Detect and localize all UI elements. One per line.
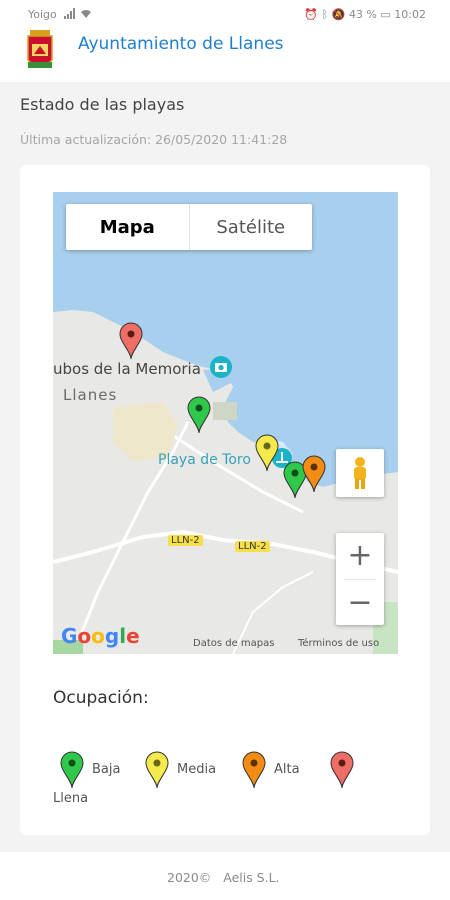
beach-marker-baja-1[interactable] xyxy=(187,396,211,434)
legend-pin-alta-icon xyxy=(242,751,266,789)
footer: 2020© Aelis S.L. xyxy=(0,852,450,900)
zoom-out-button[interactable]: − xyxy=(336,580,384,626)
legend-label-llena: Llena xyxy=(53,791,89,806)
terms-of-use-link[interactable]: Términos de uso xyxy=(298,638,379,649)
beach-marker-llena[interactable] xyxy=(119,322,143,360)
map-type-map-button[interactable]: Mapa xyxy=(66,204,190,250)
clock: 10:02 xyxy=(394,8,426,21)
pegman-icon xyxy=(354,457,366,489)
zoom-in-button[interactable]: + xyxy=(336,533,384,579)
map-type-control: Mapa Satélite xyxy=(66,204,312,250)
museum-poi-icon[interactable] xyxy=(208,354,234,384)
google-logo[interactable]: Google xyxy=(61,624,140,648)
legend-label-alta: Alta xyxy=(274,762,300,777)
occupancy-title: Ocupación: xyxy=(53,688,149,708)
footer-text: 2020© Aelis S.L. xyxy=(167,870,280,885)
mute-icon: 🔕 xyxy=(331,8,346,21)
page-title: Estado de las playas xyxy=(20,95,185,114)
status-bar: Yoigo ⏰ ᛒ 🔕 43 % ▭ 10:02 xyxy=(0,0,450,28)
street-view-button[interactable] xyxy=(336,449,384,497)
road-label-2: LLN-2 xyxy=(235,541,270,552)
legend-label-baja: Baja xyxy=(92,762,121,777)
legend-label-media: Media xyxy=(177,762,217,777)
alarm-icon: ⏰ xyxy=(304,8,319,21)
map-label-memoria: ubos de la Memoria xyxy=(53,360,201,378)
battery-icon: ▭ xyxy=(380,8,391,21)
beach-marker-media[interactable] xyxy=(255,434,279,472)
map-label-town: Llanes xyxy=(63,386,118,404)
bluetooth-icon: ᛒ xyxy=(321,8,329,21)
status-right: ⏰ ᛒ 🔕 43 % ▭ 10:02 xyxy=(304,8,426,21)
road-label-1: LLN-2 xyxy=(168,535,203,546)
map-label-beach: Playa de Toro xyxy=(158,452,251,468)
map-type-satellite-button[interactable]: Satélite xyxy=(190,204,313,250)
last-updated-text: Última actualización: 26/05/2020 11:41:2… xyxy=(20,132,288,147)
legend-pin-media-icon xyxy=(145,751,169,789)
zoom-control: + − xyxy=(336,533,384,625)
battery-label: 43 % xyxy=(348,8,377,21)
legend-pin-llena-icon xyxy=(330,751,354,789)
app-title: Ayuntamiento de Llanes xyxy=(78,34,284,54)
signal-icon xyxy=(64,8,94,22)
carrier-label: Yoigo xyxy=(28,8,57,21)
crest-logo xyxy=(27,30,53,68)
map-data-link[interactable]: Datos de mapas xyxy=(193,638,275,649)
legend-pin-baja-icon xyxy=(60,751,84,789)
app-header: Ayuntamiento de Llanes xyxy=(0,28,450,82)
beach-marker-alta[interactable] xyxy=(302,455,326,493)
